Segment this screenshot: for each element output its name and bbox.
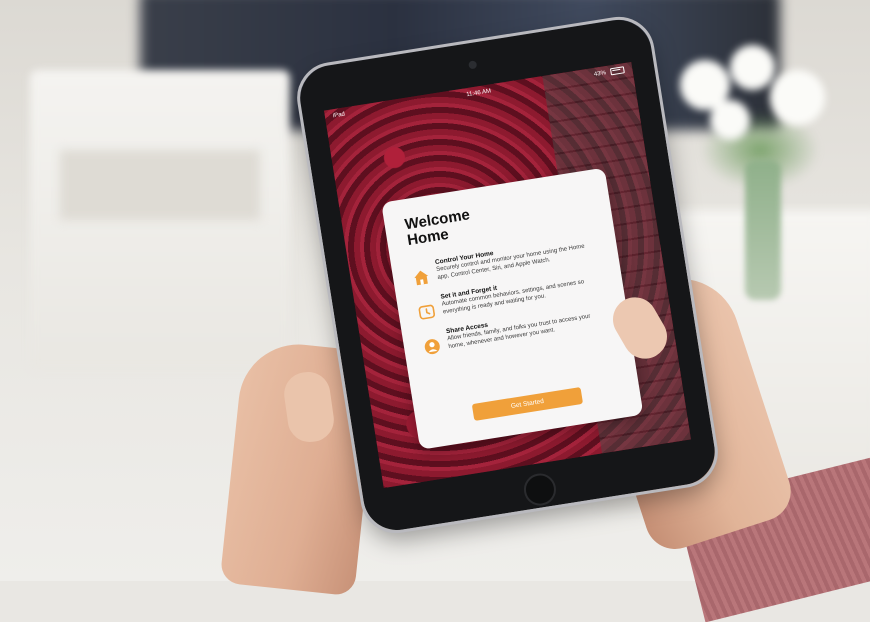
house-icon [414, 270, 429, 286]
background-flowers [660, 40, 840, 170]
person-icon [424, 339, 440, 355]
battery-percent: 43% [593, 70, 607, 79]
front-camera [468, 60, 478, 70]
status-time: 11:46 AM [465, 88, 492, 99]
status-bar: iPad 11:46 AM 43% [324, 62, 633, 124]
battery-indicator: 43% [593, 66, 625, 79]
home-button[interactable] [521, 471, 559, 508]
battery-icon [610, 66, 625, 76]
clock-icon [418, 304, 436, 320]
get-started-button[interactable]: Get Started [471, 386, 584, 421]
welcome-title: Welcome Home [403, 206, 472, 250]
welcome-card: Welcome Home Control Your Home Securely … [381, 167, 644, 450]
background-vase [745, 160, 781, 300]
carrier-label: iPad [332, 111, 346, 120]
background-shelf-opening [60, 150, 260, 220]
ipad-screen: iPad 11:46 AM 43% Welcome Home Control Y… [324, 62, 691, 488]
background-shelf [30, 70, 290, 370]
ipad-device: iPad 11:46 AM 43% Welcome Home Control Y… [295, 15, 720, 535]
